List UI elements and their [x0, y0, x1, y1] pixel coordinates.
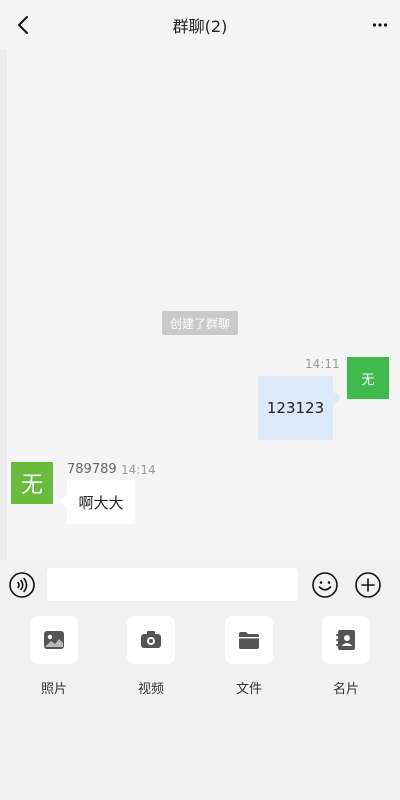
chat-message-area[interactable]: 创建了群聊 14:11 无 123123 无 789789 14:14 啊大大	[0, 50, 400, 560]
plus-icon[interactable]	[355, 572, 381, 598]
contact-card-icon	[336, 630, 355, 650]
tool-photo-label: 照片	[40, 682, 67, 697]
tool-photo-tile[interactable]	[30, 616, 78, 664]
system-notice: 创建了群聊	[162, 311, 238, 335]
back-icon[interactable]	[12, 13, 36, 37]
incoming-time: 14:14	[121, 463, 156, 477]
outgoing-message-bubble[interactable]: 123123	[258, 376, 341, 440]
my-avatar[interactable]: 无	[347, 357, 389, 399]
message-input[interactable]	[47, 568, 298, 601]
folder-icon	[239, 632, 259, 649]
tool-card-tile[interactable]	[322, 616, 370, 664]
side-divider	[0, 50, 7, 560]
tool-video-tile[interactable]	[127, 616, 175, 664]
tool-card-label: 名片	[332, 682, 359, 697]
more-icon[interactable]	[372, 14, 388, 36]
outgoing-time: 14:11	[305, 357, 340, 371]
input-panel: 照片 视频 文件 名片	[0, 560, 400, 800]
tool-photo[interactable]: 照片	[30, 616, 78, 697]
tool-file-tile[interactable]	[225, 616, 273, 664]
chat-header: 群聊(2)	[0, 0, 400, 50]
sender-avatar[interactable]: 无	[11, 462, 53, 504]
sender-name: 789789	[67, 462, 117, 477]
incoming-message-bubble[interactable]: 啊大大	[59, 480, 135, 524]
tool-video[interactable]: 视频	[127, 616, 175, 697]
tool-video-label: 视频	[137, 682, 164, 697]
camera-icon	[141, 631, 161, 648]
emoji-icon[interactable]	[312, 572, 338, 598]
tool-file[interactable]: 文件	[225, 616, 273, 697]
voice-icon[interactable]	[9, 572, 35, 598]
chat-title: 群聊(2)	[172, 17, 228, 36]
photo-icon	[44, 631, 64, 649]
tool-file-label: 文件	[235, 682, 262, 697]
tool-card[interactable]: 名片	[322, 616, 370, 697]
